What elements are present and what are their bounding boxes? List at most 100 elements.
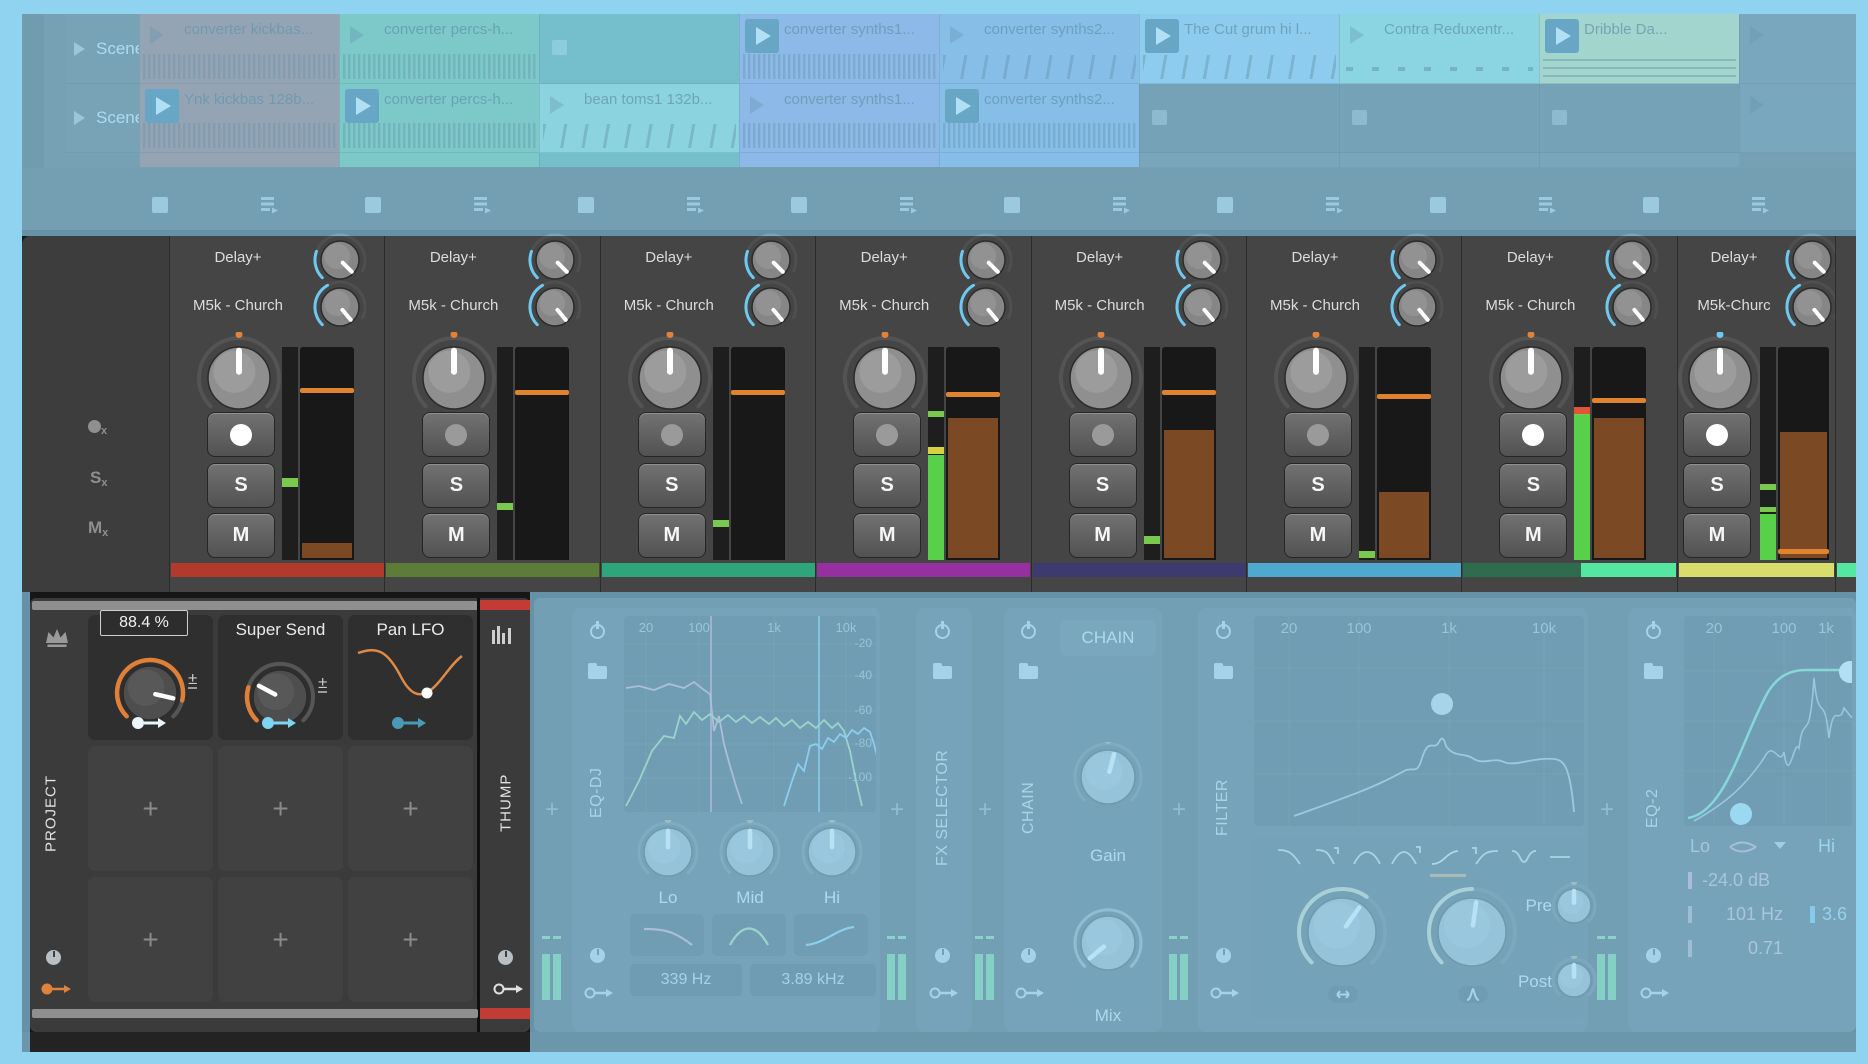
insert-device-button[interactable]: + (1595, 796, 1619, 824)
clip-slot[interactable]: converter synths2... (939, 14, 1139, 84)
track-stop-icon[interactable] (152, 197, 168, 213)
modulators-top-scrollbar[interactable] (32, 601, 478, 610)
timebase-knob-icon[interactable] (46, 950, 61, 965)
mixer-strip[interactable]: Delay+M5k - ChurchSM (169, 236, 385, 592)
volume-fader-lane[interactable] (300, 347, 354, 560)
solo-button[interactable]: S (1499, 463, 1567, 508)
mod-amount-arrow-icon[interactable] (260, 715, 300, 731)
send-knob[interactable] (743, 279, 799, 335)
hi-freq-value[interactable]: 3.89 kHz (750, 964, 876, 996)
group-list-icon[interactable] (1324, 196, 1346, 214)
send-label[interactable]: Delay+ (605, 249, 733, 266)
record-arm-button[interactable] (1069, 412, 1137, 457)
send-label[interactable]: M5k - Church (1251, 297, 1379, 314)
chevron-down-icon[interactable] (1774, 842, 1786, 849)
pan-knob[interactable] (839, 332, 931, 424)
solo-button[interactable]: S (1683, 463, 1751, 508)
peak-icon[interactable] (1458, 986, 1488, 1003)
chain-selector[interactable]: CHAIN (1060, 620, 1156, 656)
pan-knob[interactable] (193, 332, 285, 424)
eq2-lo-band-tab[interactable]: Lo (1690, 836, 1710, 857)
send-label[interactable]: M5k - Church (605, 297, 733, 314)
record-arm-button[interactable] (638, 412, 706, 457)
play-icon[interactable] (750, 96, 764, 114)
lo-freq-value[interactable]: 339 Hz (630, 964, 742, 996)
group-list-icon[interactable] (685, 196, 707, 214)
insert-device-button[interactable]: + (1167, 796, 1191, 824)
send-label[interactable]: Delay+ (1466, 249, 1594, 266)
clip-slot[interactable]: converter synths2... (939, 84, 1139, 153)
play-icon[interactable] (1350, 26, 1364, 44)
modulator-empty-slot[interactable]: + (218, 746, 343, 871)
send-label[interactable]: Delay+ (1682, 249, 1786, 266)
device-label[interactable]: FILTER (1206, 728, 1240, 888)
eq2-lo-handle[interactable] (1730, 803, 1752, 825)
solo-button[interactable]: S (1284, 463, 1352, 508)
send-knob[interactable] (1174, 279, 1230, 335)
mod-routing-icon[interactable] (1640, 986, 1672, 1000)
volume-fader[interactable] (300, 388, 354, 393)
eq2-hi-band-tab[interactable]: Hi (1818, 836, 1835, 857)
eq-dj-spectrum[interactable]: 20 100 1k 10k -20 -40 -60 -80 -100 (624, 616, 876, 812)
insert-device-button[interactable]: + (885, 796, 909, 824)
pan-knob[interactable] (1270, 332, 1362, 424)
crown-icon[interactable] (44, 626, 70, 648)
group-list-icon[interactable] (898, 196, 920, 214)
folder-icon[interactable] (933, 666, 952, 679)
group-list-icon[interactable] (472, 196, 494, 214)
volume-fader-lane[interactable] (1377, 347, 1431, 560)
solo-clear-icon[interactable]: Sx (90, 468, 107, 489)
lfo-curve[interactable] (354, 643, 467, 709)
timebase-knob-icon[interactable] (498, 950, 513, 965)
filter-freq-handle[interactable] (1431, 693, 1453, 715)
play-icon[interactable] (1750, 96, 1764, 114)
send-label[interactable]: M5k - Church (1466, 297, 1594, 314)
clip-slot[interactable] (1739, 14, 1856, 84)
mixer-strip[interactable]: Delay+M5k - ChurchSM (600, 236, 816, 592)
project-rail-label[interactable]: PROJECT (36, 748, 66, 878)
play-icon[interactable] (950, 26, 964, 44)
timebase-knob-icon[interactable] (1216, 948, 1231, 963)
play-button-icon[interactable] (945, 89, 979, 123)
eq2-hi-handle[interactable] (1839, 661, 1852, 683)
modulators-rail-icon[interactable] (490, 624, 520, 646)
mixer-strip[interactable]: Delay+M5k - ChurchSM (815, 236, 1031, 592)
modulator-empty-slot[interactable]: + (348, 877, 473, 1002)
clip-slot[interactable]: converter synths1... (739, 14, 939, 84)
timebase-knob-icon[interactable] (1021, 948, 1036, 963)
power-icon[interactable] (1216, 624, 1231, 639)
modulator-empty-slot[interactable]: + (218, 877, 343, 1002)
mixer-strip[interactable]: Delay+M5k - ChurchSM (1031, 236, 1247, 592)
device-eq-2[interactable]: EQ-2 20 100 1k Lo Hi -24.0 dB 101 Hz (1628, 608, 1856, 1032)
play-button-icon[interactable] (1545, 19, 1579, 53)
clip-slot[interactable]: Ynk kickbas 128b... (139, 84, 339, 153)
send-label[interactable]: Delay+ (1251, 249, 1379, 266)
mod-routing-icon[interactable] (584, 986, 616, 1000)
mod-routing-icon[interactable] (1015, 986, 1047, 1000)
clip-slot[interactable]: The Cut grum hi l... (1139, 14, 1339, 84)
mid-shape-button[interactable] (712, 914, 786, 956)
gain-knob[interactable] (1073, 742, 1143, 812)
play-icon[interactable] (74, 111, 85, 125)
send-knob[interactable] (1389, 279, 1445, 335)
eq2-display[interactable]: 20 100 1k (1684, 616, 1852, 826)
insert-device-button[interactable]: + (973, 796, 997, 824)
mix-knob[interactable] (1073, 908, 1143, 978)
clip-slot[interactable]: converter percs-h... (339, 84, 539, 153)
track-stop-icon[interactable] (1430, 197, 1446, 213)
record-arm-button[interactable] (853, 412, 921, 457)
modulator-cell-super-send[interactable]: Super Send ± (218, 615, 343, 740)
track-stop-icon[interactable] (365, 197, 381, 213)
volume-fader[interactable] (946, 392, 1000, 397)
volume-fader[interactable] (1162, 390, 1216, 395)
solo-button[interactable]: S (853, 463, 921, 508)
eq2-freq-value[interactable]: 101 Hz (1726, 904, 1783, 925)
clip-slot[interactable]: Contra Reduxentr... (1339, 14, 1539, 84)
pan-knob[interactable] (1674, 332, 1766, 424)
device-label[interactable]: EQ-2 (1636, 728, 1670, 888)
send-knob[interactable] (312, 279, 368, 335)
stop-icon[interactable] (1352, 110, 1367, 125)
volume-fader-lane[interactable] (1778, 347, 1829, 560)
timebase-knob-icon[interactable] (935, 948, 950, 963)
solo-button[interactable]: S (207, 463, 275, 508)
